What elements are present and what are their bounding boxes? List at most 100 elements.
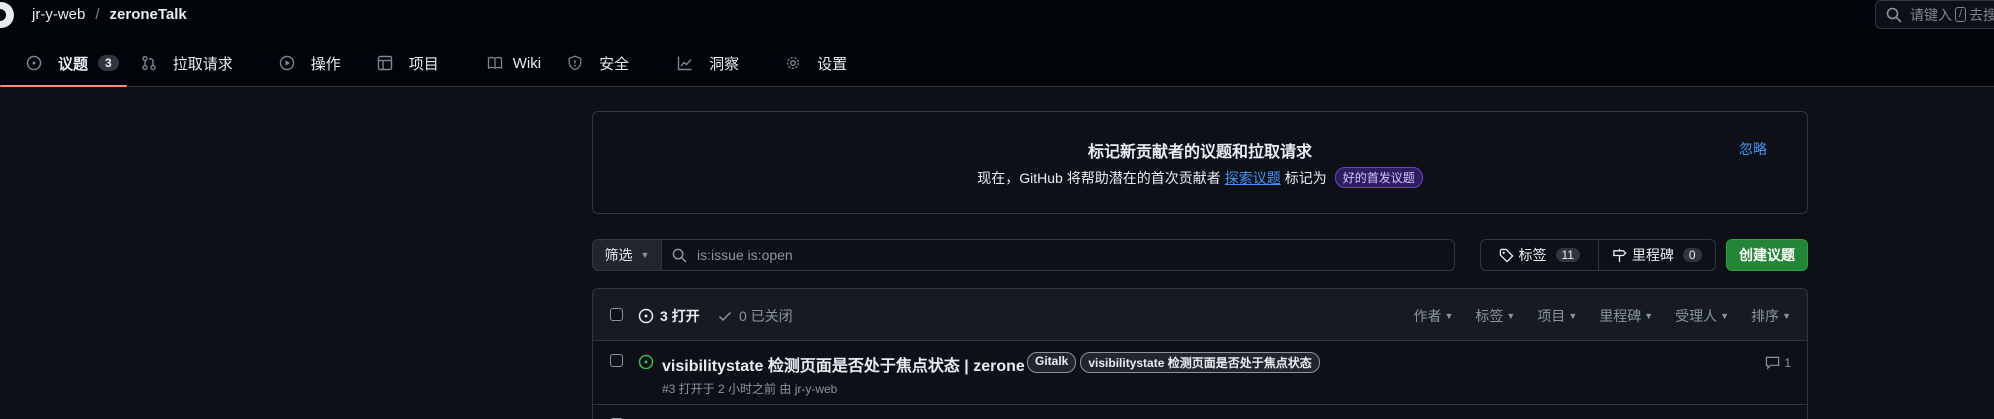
breadcrumb-owner[interactable]: jr-y-web [32, 6, 85, 23]
tab-actions-label: 操作 [310, 55, 341, 73]
github-logo-icon[interactable] [0, 2, 14, 28]
label-menu[interactable]: 标签 ▼ [1475, 306, 1515, 326]
check-icon [717, 308, 733, 324]
sort-menu-label: 排序 [1751, 308, 1780, 324]
labels-count: 11 [1555, 248, 1580, 262]
label-menu-label: 标签 [1475, 308, 1504, 324]
labels-milestones-group: 标签 11 里程碑 0 [1480, 239, 1716, 271]
play-icon [279, 55, 295, 71]
explore-issues-link[interactable]: 探索议题 [1225, 168, 1281, 188]
comment-icon [1765, 355, 1780, 370]
issue-comments-link[interactable]: 1 [1765, 355, 1791, 370]
issue-label[interactable]: visibilitystate 检测页面是否处于焦点状态 [1080, 352, 1320, 373]
milestones-count: 0 [1682, 248, 1702, 262]
git-pull-request-icon [141, 55, 157, 71]
issue-row: visibilitystate 检测页面是否处于焦点状态 | zerone Gi… [593, 341, 1807, 405]
labels-button[interactable]: 标签 11 [1481, 240, 1598, 270]
milestone-menu[interactable]: 里程碑 ▼ [1599, 306, 1653, 326]
milestone-menu-label: 里程碑 [1599, 308, 1642, 324]
milestones-button-label: 里程碑 [1631, 247, 1674, 263]
table-icon [377, 55, 393, 71]
open-issues-label: 3 打开 [660, 308, 700, 324]
chevron-down-icon: ▼ [1444, 311, 1454, 321]
open-issues-filter[interactable]: 3 打开 [638, 306, 700, 326]
tab-projects-label: 项目 [408, 55, 439, 73]
banner-text-after: 标记为 [1284, 169, 1327, 186]
select-all-checkbox[interactable] [610, 308, 623, 321]
author-menu-label: 作者 [1413, 308, 1442, 324]
dismiss-button[interactable]: 忽略 [1739, 139, 1767, 159]
issues-search-input[interactable]: is:issue is:open [662, 239, 1455, 271]
issue-label[interactable]: Gitalk [1027, 352, 1077, 373]
graph-icon [677, 55, 693, 71]
tab-wiki-label: Wiki [512, 54, 542, 72]
milestone-icon [1612, 248, 1627, 263]
breadcrumb-separator: / [95, 6, 100, 23]
banner-title: 标记新贡献者的议题和拉取请求 [1087, 144, 1312, 161]
new-issue-button[interactable]: 创建议题 [1726, 239, 1808, 271]
closed-issues-label: 0 已关闭 [739, 308, 793, 324]
filters-dropdown-button[interactable]: 筛选 ▼ [592, 239, 662, 271]
issue-comments-count: 1 [1784, 355, 1791, 370]
issue-labels: Gitalk visibilitystate 检测页面是否处于焦点状态 [1027, 352, 1320, 373]
banner-text: 现在，GitHub 将帮助潜在的首次贡献者 探索议题 标记为 好的首发议题 [593, 167, 1807, 188]
sort-menu[interactable]: 排序 ▼ [1751, 306, 1791, 326]
repo-header: jr-y-web / zeroneTalk 请键入 / 去搜 议题 3 拉取请求 [0, 0, 1994, 87]
chevron-down-icon: ▼ [1568, 311, 1578, 321]
repo-nav-tabs: 议题 3 拉取请求 操作 项目 Wiki 安全 洞察 设置 [0, 45, 855, 87]
issues-search-value: is:issue is:open [697, 247, 793, 263]
breadcrumb-repo[interactable]: zeroneTalk [110, 6, 187, 23]
issue-checkbox[interactable] [610, 354, 623, 367]
chevron-down-icon: ▼ [1506, 311, 1516, 321]
tag-icon [1499, 248, 1514, 263]
tab-settings[interactable]: 设置 [747, 45, 855, 81]
issue-meta: #3 打开于 2 小时之前 由 jr-y-web [662, 382, 838, 396]
chevron-down-icon: ▼ [1720, 311, 1730, 321]
assignee-menu-label: 受理人 [1675, 308, 1718, 324]
issue-opened-icon [26, 55, 42, 71]
gear-icon [785, 55, 801, 71]
author-menu[interactable]: 作者 ▼ [1413, 306, 1453, 326]
chevron-down-icon: ▼ [640, 250, 650, 260]
milestones-button[interactable]: 里程碑 0 [1597, 240, 1716, 270]
shield-icon [567, 55, 583, 71]
tab-insights-label: 洞察 [709, 55, 740, 73]
tab-projects[interactable]: 项目 [349, 45, 447, 81]
issue-title-link[interactable]: visibilitystate 检测页面是否处于焦点状态 | zerone [662, 352, 1025, 376]
tab-settings-label: 设置 [817, 55, 848, 73]
global-search-input[interactable]: 请键入 / 去搜 [1875, 0, 1994, 29]
issue-sort-menus: 作者 ▼ 标签 ▼ 项目 ▼ 里程碑 ▼ 受理人 ▼ 排序 ▼ [1391, 306, 1791, 326]
labels-button-label: 标签 [1518, 247, 1547, 263]
search-shortcut-key: / [1955, 7, 1967, 22]
project-menu-label: 项目 [1537, 308, 1566, 324]
filters-button-label: 筛选 [604, 247, 633, 263]
search-icon [1886, 7, 1902, 23]
tab-pull-requests-label: 拉取请求 [172, 55, 233, 73]
tab-actions[interactable]: 操作 [241, 45, 349, 81]
issues-list: 3 打开 0 已关闭 作者 ▼ 标签 ▼ 项目 ▼ 里程碑 ▼ 受理人 ▼ 排序 ▼ vis… [592, 288, 1808, 419]
assignee-menu[interactable]: 受理人 ▼ [1675, 306, 1729, 326]
good-first-issue-banner: 标记新贡献者的议题和拉取请求 现在，GitHub 将帮助潜在的首次贡献者 探索议… [592, 111, 1808, 214]
tab-insights[interactable]: 洞察 [637, 45, 747, 81]
issue-opened-icon [638, 308, 654, 324]
closed-issues-filter[interactable]: 0 已关闭 [717, 306, 793, 326]
tab-issues[interactable]: 议题 3 [0, 45, 127, 87]
project-menu[interactable]: 项目 ▼ [1537, 306, 1577, 326]
search-icon [672, 248, 687, 263]
breadcrumb: jr-y-web / zeroneTalk [32, 6, 187, 23]
tab-security-label: 安全 [599, 55, 630, 73]
tab-issues-counter: 3 [98, 55, 119, 71]
tab-security[interactable]: 安全 [549, 45, 637, 81]
issues-list-header: 3 打开 0 已关闭 作者 ▼ 标签 ▼ 项目 ▼ 里程碑 ▼ 受理人 ▼ 排序 ▼ [593, 289, 1807, 341]
banner-text-before: 现在，GitHub 将帮助潜在的首次贡献者 [977, 169, 1221, 186]
chevron-down-icon: ▼ [1782, 311, 1791, 321]
tab-issues-label: 议题 [58, 55, 89, 73]
search-placeholder-after: 去搜 [1969, 6, 1994, 23]
good-first-issue-label: 好的首发议题 [1334, 167, 1423, 188]
issue-opened-icon [638, 354, 654, 370]
search-placeholder-before: 请键入 [1910, 6, 1952, 23]
chevron-down-icon: ▼ [1644, 311, 1654, 321]
tab-wiki[interactable]: Wiki [447, 45, 549, 81]
tab-pull-requests[interactable]: 拉取请求 [127, 45, 241, 81]
book-icon [487, 55, 503, 71]
